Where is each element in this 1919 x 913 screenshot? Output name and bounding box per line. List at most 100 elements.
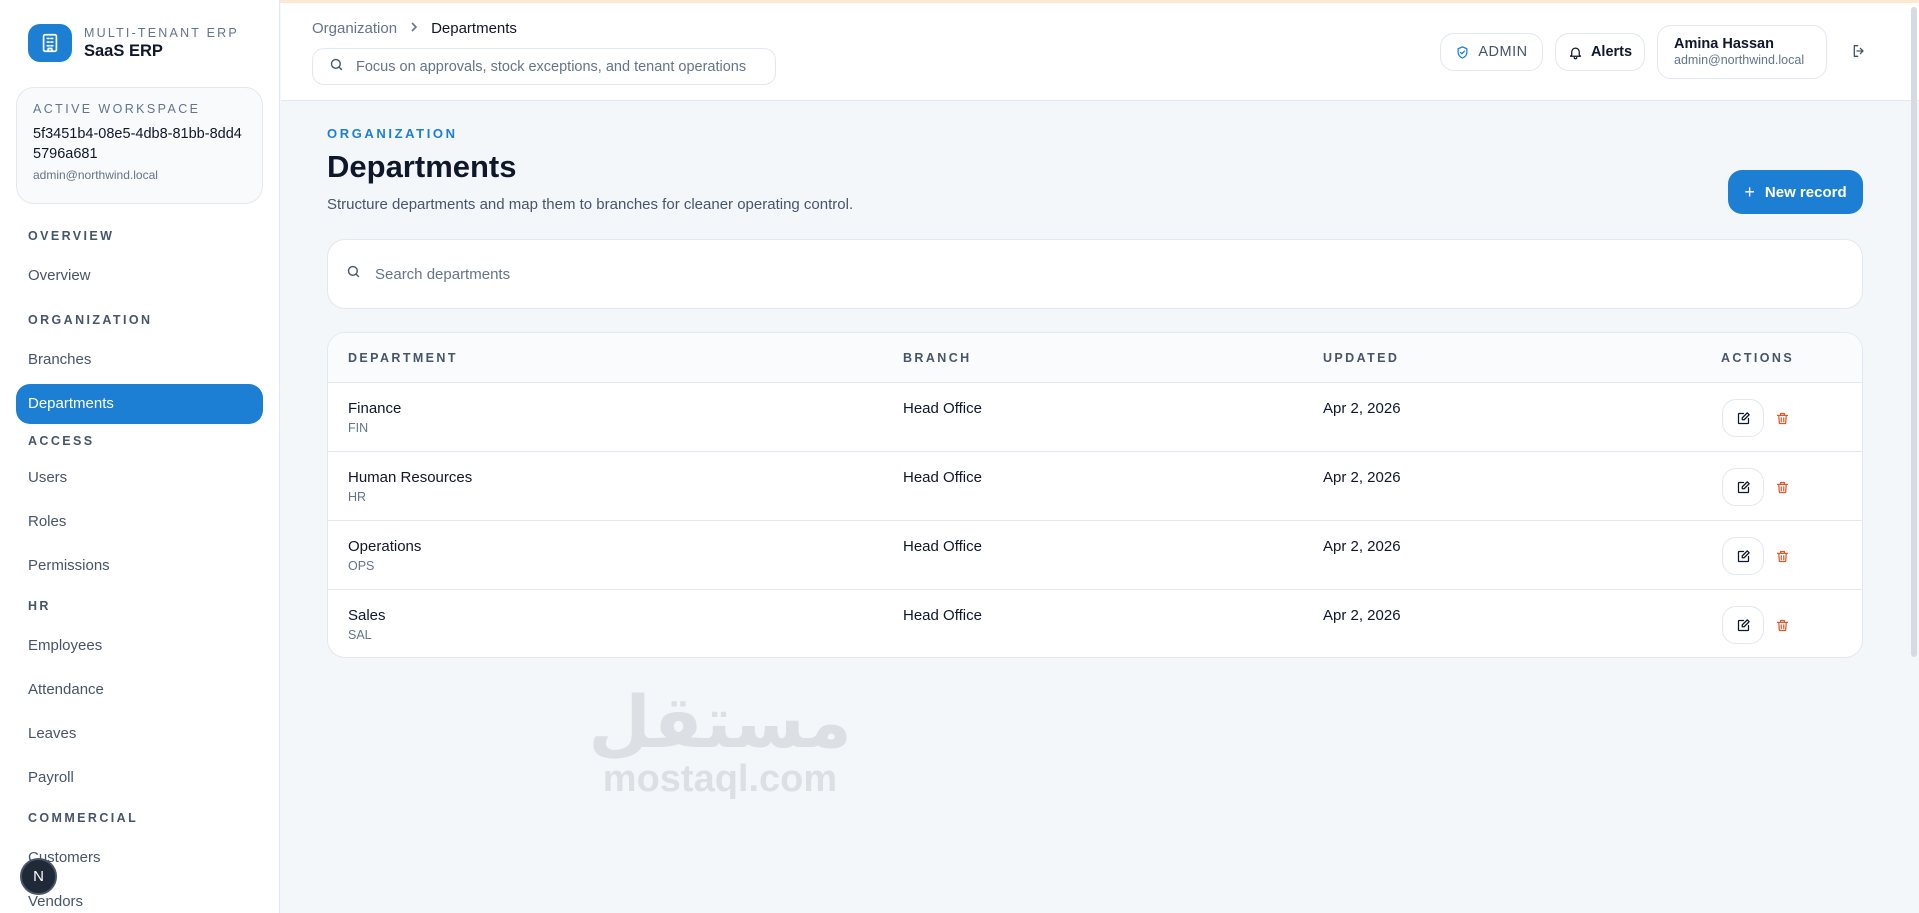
user-name: Amina Hassan <box>1674 36 1774 52</box>
departments-table: DEPARTMENT BRANCH UPDATED ACTIONS Financ… <box>327 332 1863 658</box>
trash-icon <box>1776 550 1788 562</box>
department-updated: Apr 2, 2026 <box>1323 538 1401 555</box>
edit-button[interactable] <box>1722 399 1764 437</box>
column-header-department: DEPARTMENT <box>348 351 458 365</box>
department-code: FIN <box>348 421 369 435</box>
department-updated: Apr 2, 2026 <box>1323 400 1401 417</box>
department-name: Human Resources <box>348 469 473 486</box>
nav-section-hr: HR <box>28 599 51 613</box>
department-updated: Apr 2, 2026 <box>1323 607 1401 624</box>
watermark-latin: mostaql.com <box>602 758 838 800</box>
dev-tools-avatar[interactable]: N <box>20 858 57 895</box>
table-row: Finance FIN Head Office Apr 2, 2026 <box>328 383 1862 452</box>
sidebar-item-payroll[interactable]: Payroll <box>16 756 263 800</box>
department-name: Operations <box>348 538 422 555</box>
new-record-button[interactable]: + New record <box>1728 170 1863 214</box>
trash-icon <box>1776 481 1788 493</box>
top-header: Organization Departments ADMIN Alerts Am… <box>281 3 1919 101</box>
page-title: Departments <box>327 149 517 184</box>
column-header-actions: ACTIONS <box>1721 351 1795 365</box>
nav-section-commercial: COMMERCIAL <box>28 811 139 825</box>
edit-button[interactable] <box>1722 468 1764 506</box>
sidebar-item-attendance[interactable]: Attendance <box>16 668 263 712</box>
nav-section-organization: ORGANIZATION <box>28 313 153 327</box>
user-email: admin@northwind.local <box>1674 53 1805 67</box>
edit-icon <box>1737 480 1750 493</box>
delete-button[interactable] <box>1772 408 1792 428</box>
sidebar-item-permissions[interactable]: Permissions <box>16 544 263 588</box>
department-search-input[interactable] <box>375 265 1775 283</box>
brand-title: SaaS ERP <box>84 41 163 60</box>
delete-button[interactable] <box>1772 615 1792 635</box>
page-description: Structure departments and map them to br… <box>327 196 854 213</box>
department-search[interactable] <box>327 239 1863 309</box>
department-branch: Head Office <box>903 538 982 555</box>
bell-icon <box>1568 45 1583 60</box>
department-code: OPS <box>348 559 375 573</box>
sidebar-item-roles[interactable]: Roles <box>16 500 263 544</box>
table-row: Sales SAL Head Office Apr 2, 2026 <box>328 590 1862 657</box>
user-menu[interactable]: Amina Hassan admin@northwind.local <box>1657 25 1827 79</box>
nav-section-overview: OVERVIEW <box>28 229 115 243</box>
sidebar-item-departments[interactable]: Departments <box>16 384 263 424</box>
column-header-updated: UPDATED <box>1323 351 1400 365</box>
search-icon <box>346 264 361 284</box>
department-branch: Head Office <box>903 400 982 417</box>
edit-button[interactable] <box>1722 606 1764 644</box>
department-branch: Head Office <box>903 469 982 486</box>
department-branch: Head Office <box>903 607 982 624</box>
workspace-id: 5f3451b4-08e5-4db8-81bb-8dd45796a681 <box>33 126 242 162</box>
chevron-right-icon <box>409 20 419 37</box>
delete-button[interactable] <box>1772 477 1792 497</box>
breadcrumb-current: Departments <box>431 20 517 37</box>
breadcrumb: Organization Departments <box>312 20 517 37</box>
sidebar-item-users[interactable]: Users <box>16 456 263 500</box>
table-row: Operations OPS Head Office Apr 2, 2026 <box>328 521 1862 590</box>
shield-check-icon <box>1455 45 1470 60</box>
table-header: DEPARTMENT BRANCH UPDATED ACTIONS <box>328 333 1862 383</box>
department-updated: Apr 2, 2026 <box>1323 469 1401 486</box>
main-content: ORGANIZATION Departments Structure depar… <box>281 101 1919 913</box>
edit-button[interactable] <box>1722 537 1764 575</box>
sidebar-item-employees[interactable]: Employees <box>16 624 263 668</box>
sidebar: MULTI-TENANT ERP SaaS ERP ACTIVE WORKSPA… <box>0 0 280 913</box>
brand-subtitle: MULTI-TENANT ERP <box>84 25 239 40</box>
building-icon <box>28 24 72 62</box>
sidebar-item-leaves[interactable]: Leaves <box>16 712 263 756</box>
sidebar-item-branches[interactable]: Branches <box>16 338 263 382</box>
alerts-label: Alerts <box>1590 44 1633 60</box>
watermark-arabic: مستقل <box>588 680 852 764</box>
trash-icon <box>1776 412 1788 424</box>
edit-icon <box>1737 411 1750 424</box>
watermark: مستقل mostaql.com <box>560 680 880 801</box>
logout-icon[interactable] <box>1851 43 1867 64</box>
search-icon <box>329 57 344 77</box>
department-code: HR <box>348 490 367 504</box>
department-name: Sales <box>348 607 386 624</box>
plus-icon: + <box>1744 181 1755 202</box>
sidebar-item-overview[interactable]: Overview <box>16 254 263 298</box>
global-search[interactable] <box>312 48 776 85</box>
scrollbar-thumb[interactable] <box>1911 7 1917 657</box>
delete-button[interactable] <box>1772 546 1792 566</box>
global-search-input[interactable] <box>356 58 756 75</box>
breadcrumb-parent[interactable]: Organization <box>312 20 397 37</box>
edit-icon <box>1737 549 1750 562</box>
department-code: SAL <box>348 628 372 642</box>
department-name: Finance <box>348 400 402 417</box>
workspace-email: admin@northwind.local <box>33 168 158 182</box>
edit-icon <box>1737 618 1750 631</box>
active-workspace-card[interactable]: ACTIVE WORKSPACE 5f3451b4-08e5-4db8-81bb… <box>16 87 263 204</box>
page-kicker: ORGANIZATION <box>327 126 458 141</box>
workspace-label: ACTIVE WORKSPACE <box>33 102 201 116</box>
page-scrollbar[interactable] <box>1909 3 1919 663</box>
nav-section-access: ACCESS <box>28 434 95 448</box>
column-header-branch: BRANCH <box>903 351 972 365</box>
trash-icon <box>1776 619 1788 631</box>
new-record-label: New record <box>1764 183 1847 201</box>
role-badge-label: ADMIN <box>1478 44 1528 60</box>
brand[interactable]: MULTI-TENANT ERP SaaS ERP <box>28 24 239 62</box>
alerts-button[interactable]: Alerts <box>1555 33 1645 71</box>
sidebar-nav: OVERVIEW Overview ORGANIZATION Branches … <box>16 218 263 913</box>
role-badge[interactable]: ADMIN <box>1440 33 1543 71</box>
